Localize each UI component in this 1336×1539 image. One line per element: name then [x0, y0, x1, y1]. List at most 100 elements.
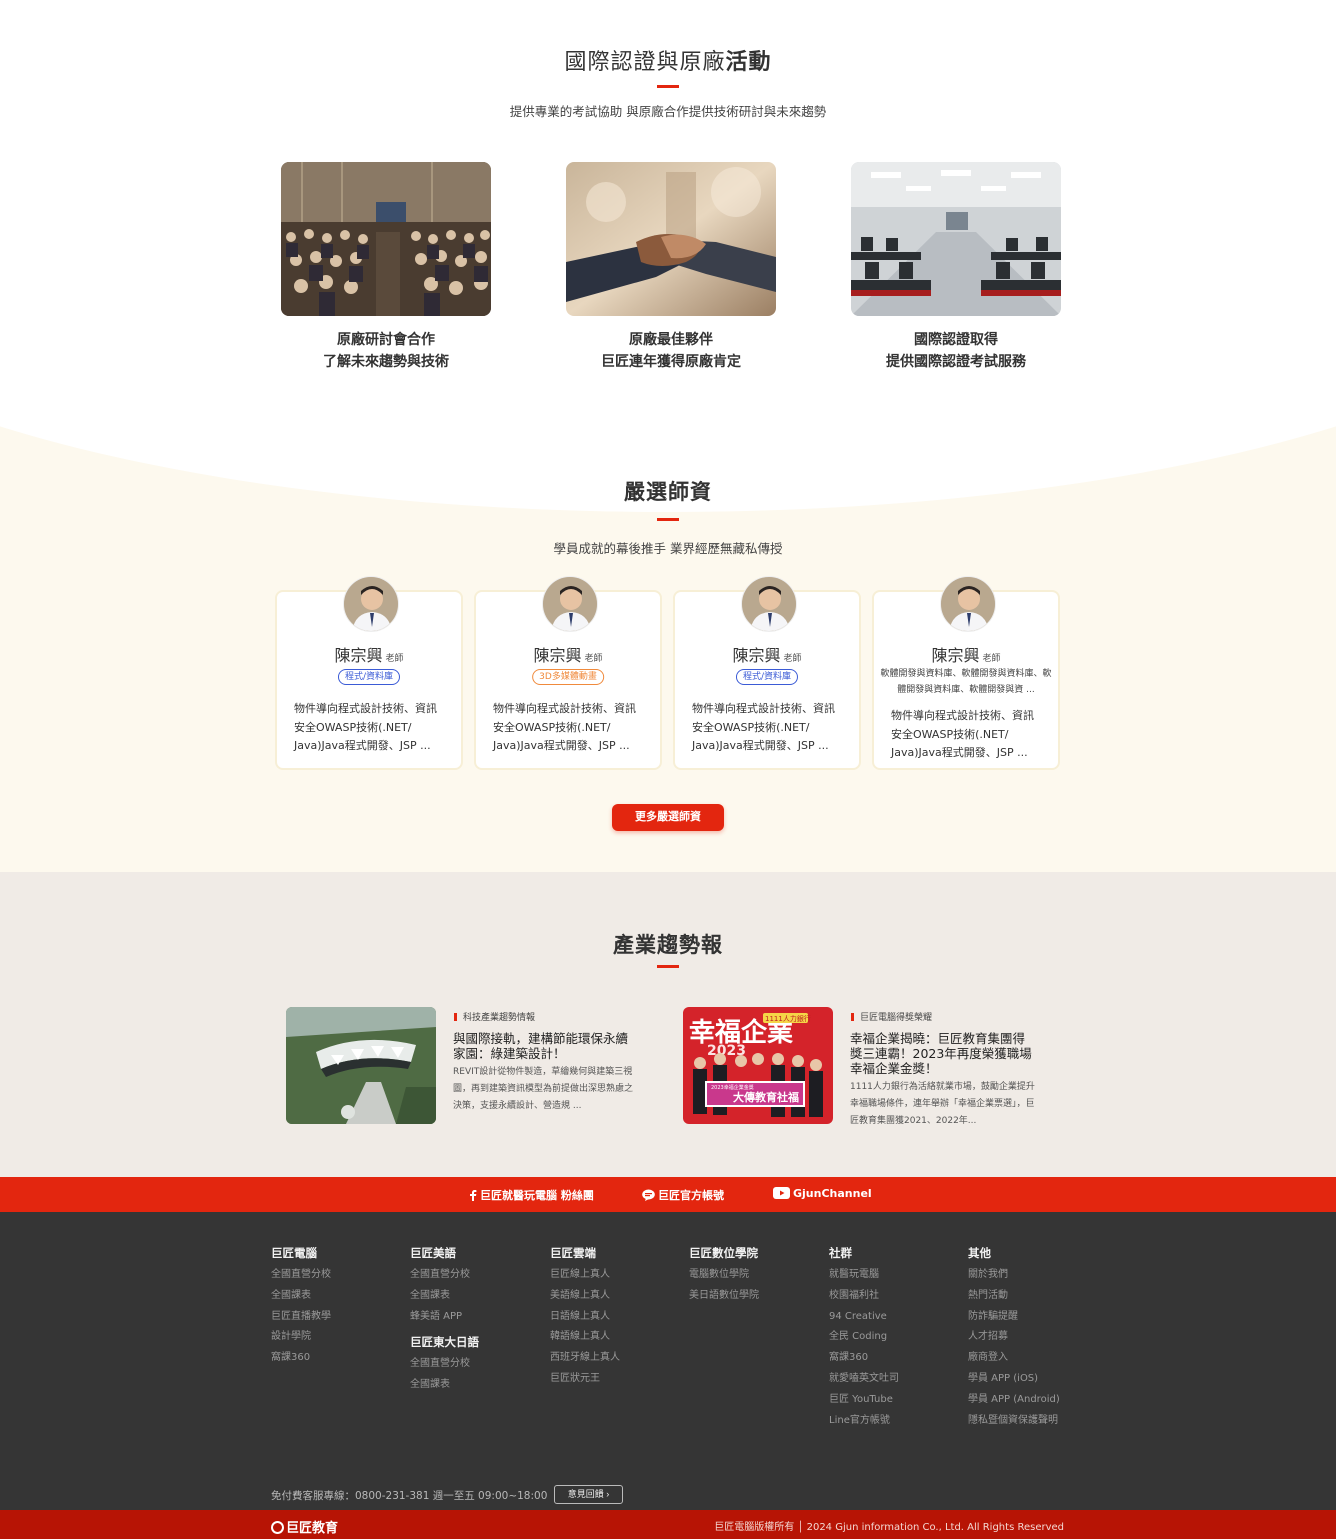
- footer-link[interactable]: 人才招募: [968, 1327, 1060, 1348]
- activity-caption: 原廠最佳夥伴 巨匠連年獲得原廠肯定: [601, 332, 741, 370]
- footer-link[interactable]: 設計學院: [271, 1327, 331, 1348]
- footer-column-title: 巨匠東大日語: [410, 1335, 479, 1350]
- footer-link[interactable]: 就醫玩電腦: [829, 1265, 899, 1286]
- footer-link[interactable]: 蜂美語 APP: [410, 1307, 479, 1328]
- footer-column-title: 巨匠電腦: [271, 1246, 317, 1260]
- teacher-avatar: [741, 576, 797, 632]
- facebook-link[interactable]: 巨匠就醫玩電腦 粉絲團: [469, 1187, 594, 1204]
- footer-link[interactable]: 全國課表: [271, 1286, 331, 1307]
- footer-link[interactable]: 防詐騙提醒: [968, 1307, 1060, 1328]
- footer-link[interactable]: 學員 APP (iOS): [968, 1369, 1060, 1390]
- activity-card-partner[interactable]: 原廠最佳夥伴 巨匠連年獲得原廠肯定: [566, 162, 776, 373]
- activities-section: 國際認證與原廠活動 提供專業的考試協助 與原廠合作提供技術研討與未來趨勢 原廠研…: [0, 0, 1336, 420]
- youtube-link[interactable]: GjunChannel: [773, 1187, 872, 1202]
- footer-link[interactable]: 窩課360: [829, 1348, 899, 1369]
- footer-link[interactable]: 日語線上真人: [550, 1307, 620, 1328]
- footer-link[interactable]: 94 Creative: [829, 1307, 899, 1328]
- footer-link[interactable]: 西班牙線上真人: [550, 1348, 620, 1369]
- footer-column: 巨匠電腦 全國直營分校 全國課表 巨匠直播教學 設計學院 窩課360: [271, 1246, 331, 1369]
- teacher-name: 陳宗興 老師: [334, 646, 404, 665]
- teacher-tag[interactable]: 程式/資料庫: [735, 669, 799, 685]
- feedback-button[interactable]: 意見回饋 ›: [554, 1485, 623, 1504]
- more-teachers-button[interactable]: 更多嚴選師資: [612, 804, 724, 831]
- footer-link[interactable]: Line官方帳號: [829, 1411, 899, 1432]
- news-title[interactable]: 幸福企業揭曉：巨匠教育集團得獎三連霸！2023年再度榮獲職場幸福企業金獎！: [850, 1031, 1035, 1076]
- activity-card-seminar[interactable]: 原廠研討會合作 了解未來趨勢與技術: [281, 162, 491, 373]
- footer-link[interactable]: 隱私暨個資保護聲明: [968, 1411, 1060, 1432]
- site-footer: 巨匠電腦 全國直營分校 全國課表 巨匠直播教學 設計學院 窩課360 巨匠美語 …: [0, 1212, 1336, 1510]
- footer-link[interactable]: 廠商登入: [968, 1348, 1060, 1369]
- footer-column: 其他 關於我們 熱門活動 防詐騙提醒 人才招募 廠商登入 學員 APP (iOS…: [968, 1246, 1060, 1431]
- activities-subtitle: 提供專業的考試協助 與原廠合作提供技術研討與未來趨勢: [509, 104, 827, 119]
- footer-link[interactable]: 全國課表: [410, 1375, 479, 1396]
- teacher-description: 物件導向程式設計技術、資訊安全OWASP技術(.NET/ Java)Java程式…: [493, 702, 636, 752]
- footer-column: 巨匠雲端 巨匠線上真人 美語線上真人 日語線上真人 韓語線上真人 西班牙線上真人…: [550, 1246, 620, 1390]
- news-excerpt: 1111人力銀行為活絡就業市場，鼓勵企業提升幸福職場條件，連年舉辦「幸福企業票選…: [850, 1082, 1035, 1126]
- teacher-avatar: [343, 576, 399, 632]
- trends-title: 產業趨勢報: [613, 933, 723, 957]
- teacher-card[interactable]: 陳宗興 老師 軟體開發與資料庫、軟體開發與資料庫、軟體開發與資料庫、軟體開發與資 …: [872, 576, 1060, 770]
- footer-link[interactable]: 關於我們: [968, 1265, 1060, 1286]
- footer-link[interactable]: 巨匠狀元王: [550, 1369, 620, 1390]
- classroom-photo: [851, 162, 1061, 316]
- footer-link[interactable]: 電腦數位學院: [689, 1265, 759, 1286]
- footer-link[interactable]: 學員 APP (Android): [968, 1390, 1060, 1411]
- line-link[interactable]: 巨匠官方帳號: [642, 1187, 724, 1204]
- footer-column-title: 巨匠美語: [410, 1246, 456, 1260]
- news-item[interactable]: 科技產業趨勢情報 與國際接軌，建構節能環保永續家園：綠建築設計！ REVIT設計…: [286, 1007, 646, 1125]
- footer-link[interactable]: 韓語線上真人: [550, 1327, 620, 1348]
- teacher-tag[interactable]: 程式/資料庫: [337, 669, 401, 685]
- teacher-description: 物件導向程式設計技術、資訊安全OWASP技術(.NET/ Java)Java程式…: [891, 709, 1034, 759]
- footer-link[interactable]: 就愛嗑英文吐司: [829, 1369, 899, 1390]
- trends-section: 產業趨勢報 科技產業趨勢情報 與國際接軌，建構節能環保永續家園：綠建築設計！ R…: [0, 872, 1336, 1177]
- footer-column-title: 其他: [968, 1246, 991, 1260]
- teacher-description: 物件導向程式設計技術、資訊安全OWASP技術(.NET/ Java)Java程式…: [692, 702, 835, 752]
- green-building-photo: [286, 1007, 436, 1124]
- facebook-icon: [469, 1190, 477, 1204]
- copyright-text: 巨匠電腦版權所有 │ 2024 Gjun information Co., Lt…: [714, 1522, 1064, 1533]
- news-title[interactable]: 與國際接軌，建構節能環保永續家園：綠建築設計！: [453, 1031, 638, 1061]
- teacher-card[interactable]: 陳宗興 老師 3D多媒體動畫 物件導向程式設計技術、資訊安全OWASP技術(.NE…: [474, 576, 662, 770]
- footer-link[interactable]: 巨匠線上真人: [550, 1265, 620, 1286]
- news-excerpt: REVIT設計從物件製造，草繪幾何與建築三視圖，再到建築資訊模型為前提做出深思熟…: [453, 1067, 634, 1111]
- footer-column: 巨匠美語 全國直營分校 全國課表 蜂美語 APP 巨匠東大日語 全國直營分校 全…: [410, 1246, 479, 1396]
- news-item[interactable]: 幸福企業 2023 1111人力銀行 2023幸福企業金獎 大傳教育社福 巨匠電…: [683, 1007, 1043, 1126]
- footer-link[interactable]: 巨匠直播教學: [271, 1307, 331, 1328]
- footer-link[interactable]: 熱門活動: [968, 1286, 1060, 1307]
- news-category: 科技產業趨勢情報: [454, 1010, 535, 1023]
- footer-link[interactable]: 校園福利社: [829, 1286, 899, 1307]
- teachers-section: 嚴選師資 學員成就的幕後推手 業界經歷無藏私傳授 陳宗興 老師 程式/資料庫 物件…: [0, 412, 1336, 872]
- footer-column: 社群 就醫玩電腦 校園福利社 94 Creative 全民 Coding 窩課3…: [829, 1246, 899, 1431]
- poster-banner: 1111人力銀行: [765, 1014, 811, 1023]
- activity-caption: 國際認證取得 提供國際認證考試服務: [886, 332, 1026, 370]
- teacher-avatar: [542, 576, 598, 632]
- bottom-bar: 巨匠教育 巨匠電腦版權所有 │ 2024 Gjun information Co…: [0, 1510, 1336, 1539]
- teacher-name: 陳宗興 老師: [732, 646, 802, 665]
- handshake-photo: [566, 162, 776, 316]
- title-underline: [657, 965, 679, 968]
- footer-link[interactable]: 窩課360: [271, 1348, 331, 1369]
- line-icon: [642, 1189, 655, 1204]
- footer-column-title: 社群: [829, 1246, 852, 1260]
- footer-link[interactable]: 全國直營分校: [410, 1265, 479, 1286]
- footer-link[interactable]: 全國直營分校: [271, 1265, 331, 1286]
- social-bar: 巨匠就醫玩電腦 粉絲團 巨匠官方帳號 GjunChannel: [0, 1177, 1336, 1212]
- teacher-tag[interactable]: 3D多媒體動畫: [532, 669, 604, 685]
- teachers-subtitle: 學員成就的幕後推手 業界經歷無藏私傳授: [553, 541, 783, 556]
- activity-card-certification[interactable]: 國際認證取得 提供國際認證考試服務: [851, 162, 1061, 373]
- brand-logo[interactable]: 巨匠教育: [271, 1517, 338, 1536]
- footer-link[interactable]: 全民 Coding: [829, 1327, 899, 1348]
- title-underline: [657, 518, 679, 521]
- footer-link[interactable]: 美日語數位學院: [689, 1286, 759, 1307]
- footer-link[interactable]: 巨匠 YouTube: [829, 1390, 899, 1411]
- chevron-right-icon: ›: [606, 1489, 610, 1499]
- news-category: 巨匠電腦得獎榮耀: [851, 1010, 932, 1023]
- teachers-title: 嚴選師資: [624, 480, 712, 504]
- footer-link[interactable]: 全國直營分校: [410, 1354, 479, 1375]
- teacher-avatar: [940, 576, 996, 632]
- teacher-card[interactable]: 陳宗興 老師 程式/資料庫 物件導向程式設計技術、資訊安全OWASP技術(.NET…: [673, 576, 861, 770]
- footer-link[interactable]: 美語線上真人: [550, 1286, 620, 1307]
- footer-column-title: 巨匠數位學院: [689, 1246, 758, 1260]
- teacher-card[interactable]: 陳宗興 老師 程式/資料庫 物件導向程式設計技術、資訊安全OWASP技術(.NET…: [275, 576, 463, 770]
- footer-link[interactable]: 全國課表: [410, 1286, 479, 1307]
